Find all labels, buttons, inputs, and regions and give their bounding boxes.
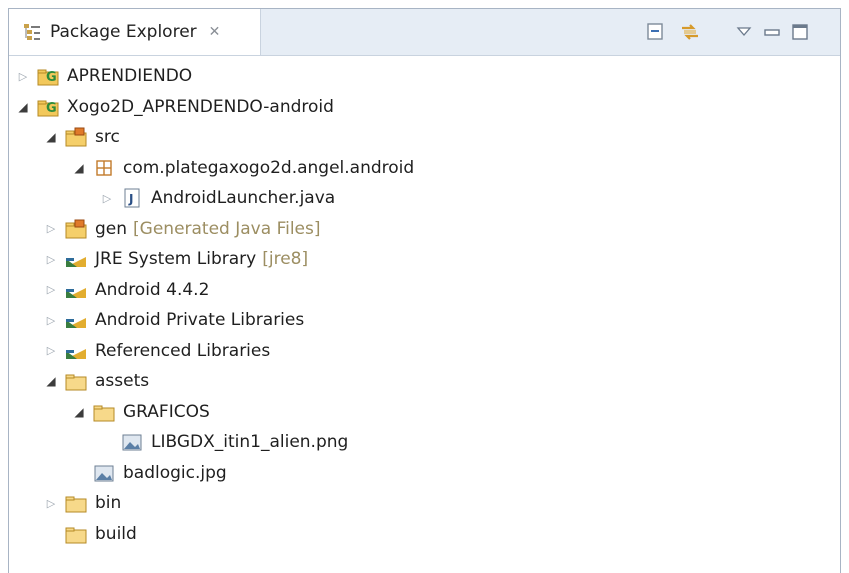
- library-icon: [65, 341, 87, 361]
- tree-item[interactable]: LIBGDX_itin1_alien.png: [99, 427, 348, 457]
- tree-item-label: src: [95, 127, 120, 147]
- library-icon: [65, 280, 87, 300]
- tree-item[interactable]: ▷ Android Private Libraries: [43, 305, 304, 335]
- tree-item-label: JRE System Library: [95, 249, 257, 269]
- tab-title: Package Explorer: [50, 22, 197, 42]
- android-project-icon: G: [37, 97, 59, 117]
- svg-text:G: G: [46, 101, 57, 116]
- library-icon: [65, 249, 87, 269]
- tree-item[interactable]: build: [43, 519, 137, 549]
- expand-arrow-icon[interactable]: ▷: [43, 344, 59, 357]
- tree-item[interactable]: ▷ Referenced Libraries: [43, 336, 270, 366]
- package-icon: [93, 158, 115, 178]
- tree-item-label: LIBGDX_itin1_alien.png: [151, 432, 349, 452]
- close-icon[interactable]: ✕: [209, 24, 221, 40]
- tree-item-label: GRAFICOS: [123, 401, 210, 422]
- view-title-bar: Package Explorer ✕: [9, 9, 840, 56]
- source-folder-icon: [65, 127, 87, 147]
- folder-icon: [65, 524, 87, 544]
- package-explorer-icon: [24, 24, 40, 40]
- expand-arrow-icon[interactable]: ▷: [15, 70, 31, 83]
- tree-item-label: bin: [95, 493, 122, 513]
- tree-item-label: Referenced Libraries: [95, 340, 271, 361]
- expand-arrow-icon[interactable]: ▷: [43, 283, 59, 296]
- library-icon: [65, 310, 87, 330]
- tree-item-label: com.plategaxogo2d.angel.android: [123, 157, 415, 178]
- tree-item-label: APRENDIENDO: [67, 66, 193, 86]
- expand-arrow-icon[interactable]: ▷: [43, 314, 59, 327]
- collapse-arrow-icon[interactable]: ◢: [71, 405, 87, 419]
- tree-item[interactable]: ◢ com.plategaxogo2d.angel.android: [71, 153, 414, 183]
- expand-arrow-icon[interactable]: ▷: [99, 192, 115, 205]
- expand-arrow-icon[interactable]: ▷: [43, 222, 59, 235]
- tree-item[interactable]: ▷ J AndroidLauncher.java: [99, 183, 335, 213]
- tree-item[interactable]: ◢ G Xogo2D_APRENDENDO-android: [15, 92, 334, 122]
- folder-icon: [65, 371, 87, 391]
- folder-icon: [65, 493, 87, 513]
- tree-item[interactable]: ◢ GRAFICOS: [71, 397, 210, 427]
- tree-item-label: Android Private Libraries: [95, 310, 305, 330]
- minimize-icon[interactable]: [761, 21, 783, 43]
- package-explorer-tab[interactable]: Package Explorer ✕: [9, 9, 261, 55]
- collapse-arrow-icon[interactable]: ◢: [43, 374, 59, 388]
- tree-item-label: gen: [95, 218, 128, 239]
- tree-item-label: badlogic.jpg: [123, 462, 227, 483]
- image-file-icon: [121, 432, 143, 452]
- tree-item[interactable]: badlogic.jpg: [71, 458, 227, 488]
- collapse-arrow-icon[interactable]: ◢: [43, 130, 59, 144]
- tree-item-decoration: [Generated Java Files]: [133, 218, 321, 239]
- folder-icon: [93, 402, 115, 422]
- expand-arrow-icon[interactable]: ▷: [43, 253, 59, 266]
- tree-item-decoration: [jre8]: [262, 249, 309, 269]
- tree-item-label: Xogo2D_APRENDENDO-android: [67, 96, 334, 117]
- tree-item-label: assets: [95, 371, 150, 391]
- view-menu-icon[interactable]: [733, 21, 755, 43]
- tree-item[interactable]: ◢ src: [43, 122, 120, 152]
- expand-arrow-icon[interactable]: ▷: [43, 497, 59, 510]
- maximize-icon[interactable]: [789, 21, 811, 43]
- source-folder-icon: [65, 219, 87, 239]
- java-file-icon: J: [121, 188, 143, 208]
- android-project-icon: G: [37, 66, 59, 86]
- svg-text:J: J: [128, 192, 133, 206]
- tree-item[interactable]: ▷ bin: [43, 488, 122, 518]
- tree-item-label: AndroidLauncher.java: [151, 188, 336, 208]
- svg-text:G: G: [46, 70, 57, 85]
- link-with-editor-icon[interactable]: [679, 21, 701, 43]
- tree-item[interactable]: ▷ Android 4.4.2: [43, 275, 210, 305]
- tree-item[interactable]: ▷ gen [Generated Java Files]: [43, 214, 321, 244]
- collapse-arrow-icon[interactable]: ◢: [71, 161, 87, 175]
- tree-item-label: Android 4.4.2: [95, 279, 210, 300]
- collapse-arrow-icon[interactable]: ◢: [15, 100, 31, 114]
- image-file-icon: [93, 463, 115, 483]
- tree-item[interactable]: ◢ assets: [43, 366, 149, 396]
- package-explorer-view: Package Explorer ✕ ▷ G APRENDIENDO ◢ G Xogo2D…: [8, 8, 841, 573]
- tree-item[interactable]: ▷ JRE System Library [jre8]: [43, 244, 308, 274]
- tree-item-label: build: [95, 523, 137, 544]
- tree-item[interactable]: ▷ G APRENDIENDO: [15, 61, 192, 91]
- collapse-all-icon[interactable]: [645, 21, 667, 43]
